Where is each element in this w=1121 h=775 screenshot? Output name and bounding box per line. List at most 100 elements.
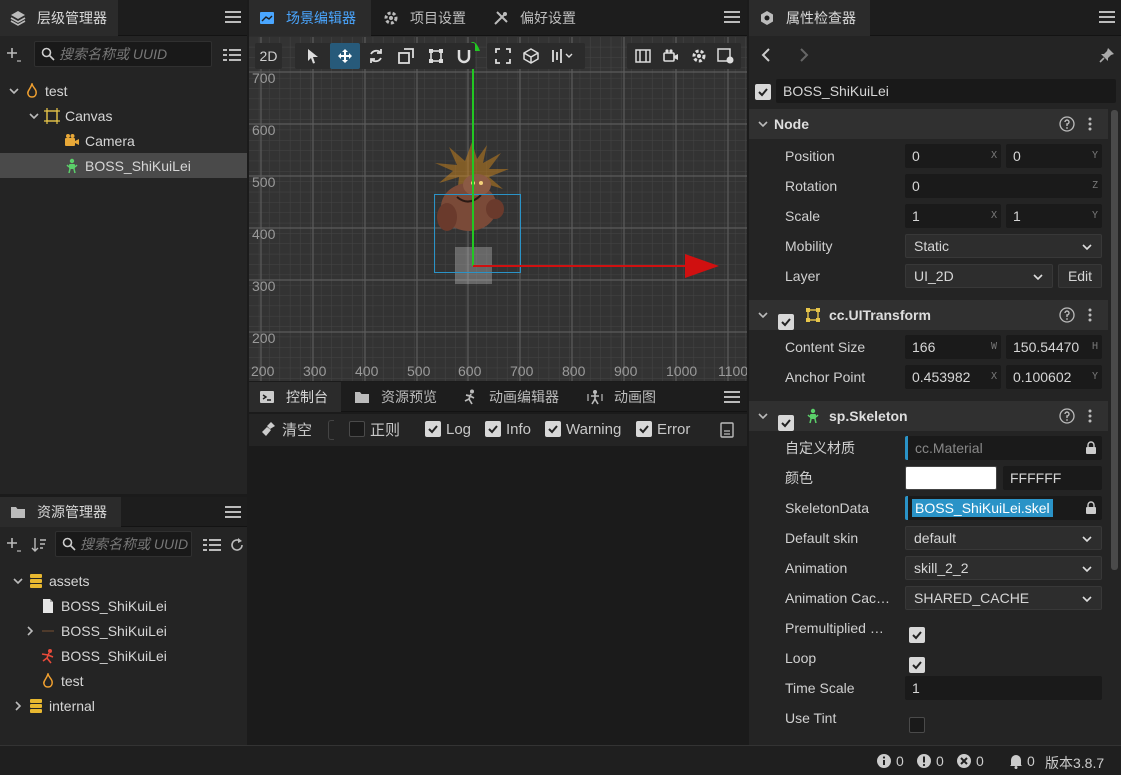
add-asset-icon[interactable] — [6, 537, 22, 553]
loop-checkbox[interactable] — [909, 657, 925, 673]
status-warning[interactable]: 0 — [916, 753, 944, 769]
log-checkbox[interactable] — [425, 421, 441, 437]
tab-scene-editor[interactable]: 场景编辑器 — [249, 0, 371, 36]
content-size-w-input[interactable]: 166 W — [905, 335, 1001, 359]
tab-animation-editor[interactable]: 动画编辑器 — [452, 382, 569, 412]
pivot-icon[interactable] — [495, 48, 511, 64]
tab-animation-graph[interactable]: 动画图 — [577, 382, 666, 412]
layout-icon[interactable] — [635, 48, 651, 64]
animation-cache-select[interactable]: SHARED_CACHE — [905, 586, 1102, 610]
position-x-input[interactable]: 0X — [905, 144, 1001, 168]
snap-magnet-icon[interactable] — [456, 48, 472, 64]
align-icon[interactable] — [551, 48, 573, 64]
rotation-z-input[interactable]: 0Z — [905, 174, 1102, 198]
assets-search-input[interactable]: 搜索名称或 UUID — [55, 531, 192, 557]
tab-assets[interactable]: 资源管理器 — [0, 497, 121, 527]
hierarchy-menu-icon[interactable] — [225, 10, 241, 24]
scale-y-input[interactable]: 1Y — [1006, 204, 1102, 228]
scale-tool-icon[interactable] — [398, 48, 414, 64]
premultiplied-checkbox[interactable] — [909, 627, 925, 643]
help-icon[interactable] — [1059, 116, 1075, 132]
node-active-checkbox[interactable] — [755, 84, 771, 101]
inspector-menu-icon[interactable] — [1099, 10, 1115, 24]
tab-project-settings[interactable]: 项目设置 — [373, 0, 476, 36]
layer-edit-button[interactable]: Edit — [1058, 264, 1102, 288]
regex-checkbox[interactable] — [349, 421, 365, 437]
filter-info[interactable]: Info — [485, 414, 531, 444]
node-section-header[interactable]: Node — [749, 109, 1108, 139]
chevron-right-icon[interactable] — [12, 700, 24, 712]
default-skin-select[interactable]: default — [905, 526, 1102, 550]
help-icon[interactable] — [1059, 307, 1075, 323]
position-y-input[interactable]: 0Y — [1006, 144, 1102, 168]
more-vertical-icon[interactable] — [1086, 307, 1094, 323]
open-log-file-icon[interactable] — [719, 422, 735, 438]
uitransform-section-header[interactable]: cc.UITransform — [749, 300, 1108, 330]
mobility-select[interactable]: Static — [905, 234, 1102, 258]
time-scale-input[interactable]: 1 — [905, 676, 1102, 700]
scene-camera-icon[interactable] — [663, 48, 679, 64]
mode-2d-button[interactable]: 2D — [255, 43, 282, 69]
clear-button[interactable]: 清空 — [261, 414, 312, 444]
asset-item-boss-skeleton[interactable]: BOSS_ShiKuiLei — [0, 643, 247, 668]
scene-menu-icon[interactable] — [724, 10, 740, 24]
asset-item-boss-texture[interactable]: BOSS_ShiKuiLei — [0, 618, 247, 643]
tree-node-boss[interactable]: BOSS_ShiKuiLei — [0, 153, 247, 178]
layer-select[interactable]: UI_2D — [905, 264, 1053, 288]
tab-inspector[interactable]: 属性检查器 — [749, 0, 870, 36]
anchor-x-input[interactable]: 0.453982 X — [905, 365, 1001, 389]
rect-tool-icon[interactable] — [428, 48, 444, 64]
scale-x-input[interactable]: 1X — [905, 204, 1001, 228]
assets-menu-icon[interactable] — [225, 505, 241, 519]
filter-regex[interactable]: 正则 — [349, 414, 400, 444]
console-search-edge[interactable] — [328, 420, 334, 440]
status-error[interactable]: 0 — [956, 753, 984, 769]
rotate-tool-icon[interactable] — [368, 48, 384, 64]
info-checkbox[interactable] — [485, 421, 501, 437]
forward-icon[interactable] — [797, 47, 811, 63]
chevron-down-icon[interactable] — [757, 410, 769, 422]
scene-viewport[interactable]: 700 600 500 400 300 200 200 300 400 500 … — [249, 37, 747, 381]
move-gizmo[interactable] — [249, 37, 747, 381]
chevron-down-icon[interactable] — [757, 118, 769, 130]
node-name-input[interactable]: BOSS_ShiKuiLei — [776, 79, 1116, 103]
tree-node-canvas[interactable]: Canvas — [0, 103, 247, 128]
sort-list-icon[interactable] — [203, 537, 221, 553]
tree-node-camera[interactable]: Camera — [0, 128, 247, 153]
cube-icon[interactable] — [523, 48, 539, 64]
filter-warning[interactable]: Warning — [545, 414, 621, 444]
chevron-down-icon[interactable] — [28, 110, 40, 122]
status-notifications[interactable]: 0 — [1008, 753, 1035, 769]
uitransform-enabled-checkbox[interactable] — [778, 314, 794, 330]
content-size-h-input[interactable]: 150.54470 H — [1006, 335, 1102, 359]
warning-checkbox[interactable] — [545, 421, 561, 437]
lock-icon[interactable] — [1085, 501, 1097, 515]
anchor-y-input[interactable]: 0.100602 Y — [1006, 365, 1102, 389]
more-vertical-icon[interactable] — [1086, 116, 1094, 132]
status-info[interactable]: 0 — [876, 753, 904, 769]
sort-icon[interactable] — [31, 537, 47, 553]
asset-item-internal[interactable]: internal — [0, 693, 247, 718]
asset-item-boss-file[interactable]: BOSS_ShiKuiLei — [0, 593, 247, 618]
refresh-icon[interactable] — [229, 537, 245, 553]
tree-node-test[interactable]: test — [0, 78, 247, 103]
chevron-down-icon[interactable] — [12, 575, 24, 587]
help-icon[interactable] — [1059, 408, 1075, 424]
scene-gear-icon[interactable] — [691, 48, 707, 64]
chevron-down-icon[interactable] — [757, 309, 769, 321]
filter-error[interactable]: Error — [636, 414, 690, 444]
gizmo-settings-icon[interactable] — [717, 48, 735, 64]
add-node-icon[interactable] — [6, 47, 22, 63]
asset-item-assets[interactable]: assets — [0, 568, 247, 593]
error-checkbox[interactable] — [636, 421, 652, 437]
hierarchy-search-input[interactable]: 搜索名称或 UUID — [34, 41, 212, 67]
chevron-down-icon[interactable] — [8, 85, 20, 97]
select-tool-icon[interactable] — [305, 48, 321, 64]
custom-material-input[interactable]: cc.Material — [905, 436, 1102, 460]
skeleton-data-input[interactable]: BOSS_ShiKuiLei.skel — [905, 496, 1102, 520]
tab-hierarchy[interactable]: 层级管理器 — [0, 0, 118, 36]
sort-list-icon[interactable] — [223, 47, 241, 63]
animation-select[interactable]: skill_2_2 — [905, 556, 1102, 580]
tab-preferences[interactable]: 偏好设置 — [483, 0, 586, 36]
asset-item-test[interactable]: test — [0, 668, 247, 693]
